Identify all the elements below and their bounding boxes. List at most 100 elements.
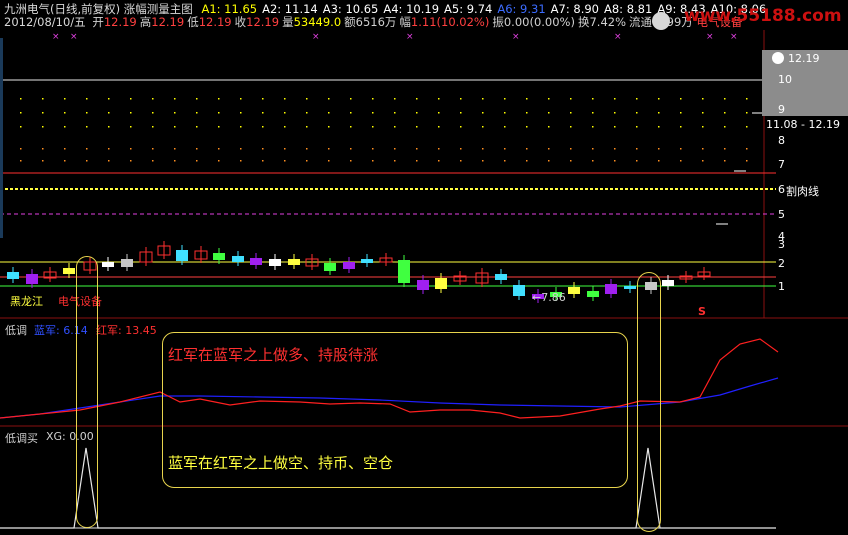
candle-body (102, 262, 114, 267)
level-dot (504, 126, 506, 128)
level-dot (284, 98, 286, 100)
level-dot (42, 148, 44, 150)
signal-x-mark: × (70, 32, 78, 42)
level-dot (20, 148, 22, 150)
level-dot (108, 112, 110, 114)
level-dot (394, 148, 396, 150)
level-dot (636, 160, 638, 162)
level-dot (174, 112, 176, 114)
level-dot (306, 160, 308, 162)
level-dot (372, 98, 374, 100)
price-tick: 3 (778, 238, 785, 251)
candle-body (63, 268, 75, 274)
level-dot (284, 112, 286, 114)
level-dot (42, 112, 44, 114)
level-dot (130, 160, 132, 162)
level-dot (592, 112, 594, 114)
signal-x-mark: × (614, 32, 622, 42)
candle-body (343, 262, 355, 269)
level-dot (328, 160, 330, 162)
level-dot (460, 148, 462, 150)
level-dot (658, 148, 660, 150)
level-dot (174, 160, 176, 162)
level-dot (130, 112, 132, 114)
level-dot (372, 112, 374, 114)
signal-x-mark: × (512, 32, 520, 42)
candle-body (587, 291, 599, 297)
level-dot (64, 112, 66, 114)
candle-body (232, 256, 244, 262)
level-dot (680, 126, 682, 128)
level-dot (636, 148, 638, 150)
level-dot (196, 126, 198, 128)
signal-x-mark: × (312, 32, 320, 42)
candle-body (250, 258, 262, 265)
level-dot (262, 148, 264, 150)
level-dot (218, 148, 220, 150)
level-dot (438, 112, 440, 114)
level-dot (592, 148, 594, 150)
level-dot (702, 112, 704, 114)
level-dot (86, 148, 88, 150)
signal-x-mark: × (52, 32, 60, 42)
level-dot (196, 148, 198, 150)
level-dot (724, 112, 726, 114)
level-dot (350, 126, 352, 128)
level-dot (614, 98, 616, 100)
level-dot (152, 160, 154, 162)
level-dot (64, 160, 66, 162)
black-dragon-label: 黑龙江 (10, 295, 43, 308)
level-dot (64, 98, 66, 100)
level-dot (746, 148, 748, 150)
level-dot (196, 112, 198, 114)
level-dot (350, 112, 352, 114)
level-dot (526, 160, 528, 162)
candle-body (269, 259, 281, 266)
price-tick: 8 (778, 134, 785, 147)
price-tick: 9 (778, 103, 785, 116)
level-dot (636, 126, 638, 128)
level-dot (240, 148, 242, 150)
level-dot (680, 148, 682, 150)
level-dot (262, 160, 264, 162)
level-dot (614, 112, 616, 114)
level-dot (680, 112, 682, 114)
left-sidebar-strip[interactable] (0, 38, 3, 238)
level-dot (64, 148, 66, 150)
level-dot (548, 98, 550, 100)
buy-point-highlight-2 (637, 272, 661, 532)
level-dot (614, 126, 616, 128)
level-dot (746, 98, 748, 100)
level-dot (42, 160, 44, 162)
candle-body (624, 286, 636, 289)
level-dot (306, 126, 308, 128)
level-dot (240, 160, 242, 162)
level-dot (548, 160, 550, 162)
buy-point-highlight-1 (76, 256, 98, 528)
price-tick: 10 (778, 73, 792, 86)
level-dot (526, 148, 528, 150)
level-dot (174, 148, 176, 150)
level-dot (570, 148, 572, 150)
candle-body (121, 259, 133, 267)
level-dot (284, 148, 286, 150)
level-dot (614, 148, 616, 150)
level-dot (174, 126, 176, 128)
level-dot (240, 112, 242, 114)
candle-body (513, 285, 525, 296)
level-dot (548, 148, 550, 150)
candle-body (495, 274, 507, 280)
candle-body (398, 260, 410, 283)
level-dot (306, 112, 308, 114)
level-dot (482, 160, 484, 162)
level-dot (724, 98, 726, 100)
level-dot (394, 126, 396, 128)
level-dot (416, 126, 418, 128)
candle-body (417, 280, 429, 290)
level-dot (86, 160, 88, 162)
level-dot (746, 160, 748, 162)
candle-body (568, 287, 580, 294)
level-dot (636, 112, 638, 114)
level-dot (20, 126, 22, 128)
level-dot (548, 112, 550, 114)
